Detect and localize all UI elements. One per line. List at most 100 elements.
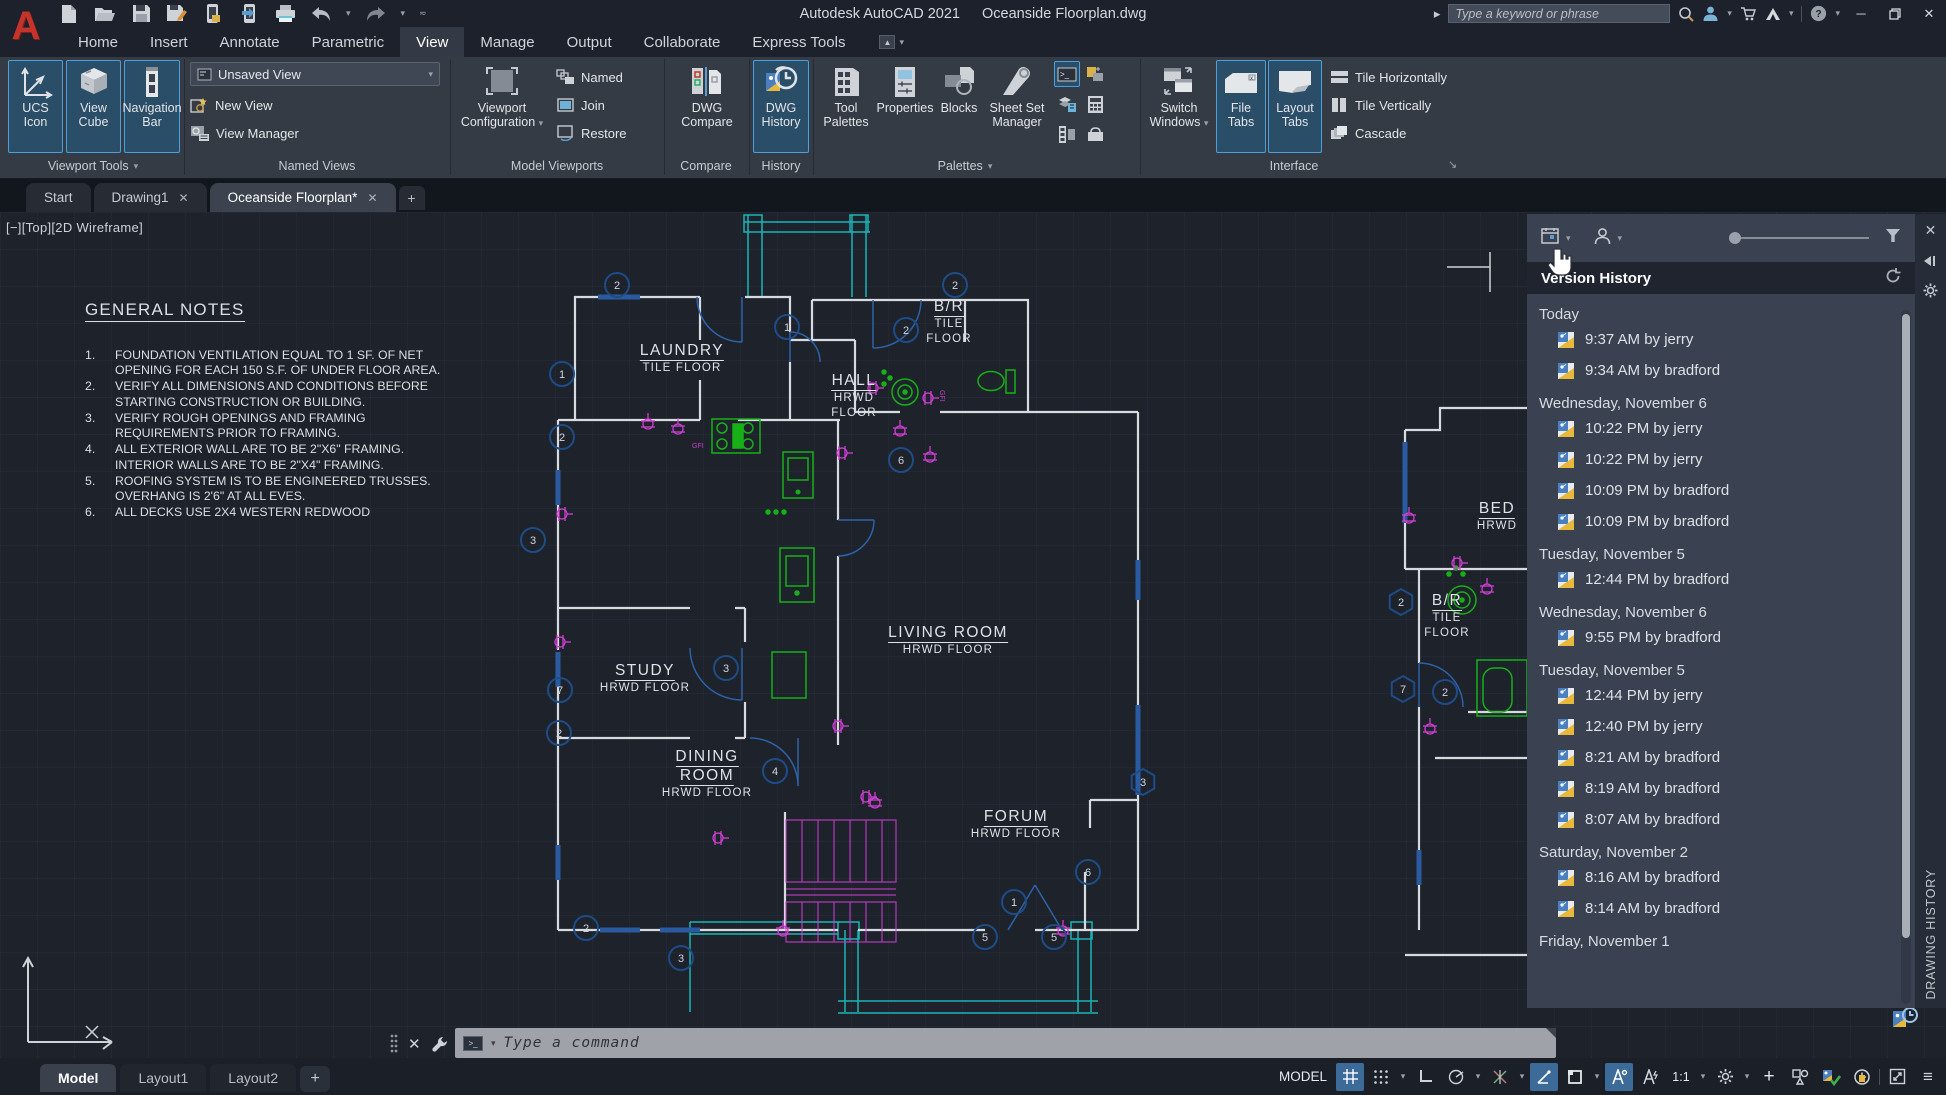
- quickcalc-palette-icon[interactable]: [1082, 91, 1108, 117]
- command-prompt-icon[interactable]: >_: [463, 1035, 483, 1051]
- snap-dropdown-icon[interactable]: ▾: [1398, 1071, 1408, 1082]
- object-snap-toggle[interactable]: [1561, 1063, 1589, 1091]
- command-line-handle[interactable]: ✕: [390, 1030, 449, 1058]
- new-drawing-tab-button[interactable]: +: [398, 186, 425, 210]
- tile-vertically-button[interactable]: Tile Vertically: [1330, 93, 1431, 117]
- named-viewports-button[interactable]: Named: [556, 65, 623, 89]
- help-icon[interactable]: ?: [1810, 5, 1827, 22]
- viewport-configuration-button[interactable]: Viewport Configuration ▾: [456, 60, 548, 153]
- redo-icon[interactable]: [365, 3, 387, 25]
- autoscale-toggle[interactable]: [1636, 1063, 1664, 1091]
- open-folder-icon[interactable]: [94, 3, 116, 25]
- menu-tab-parametric[interactable]: Parametric: [296, 27, 401, 57]
- qat-customize-icon[interactable]: ≂: [419, 9, 427, 18]
- sign-in-user-icon[interactable]: [1702, 5, 1719, 22]
- viewport-tools-panel-footer[interactable]: Viewport Tools ▾: [4, 156, 182, 176]
- command-input[interactable]: Type a command: [504, 1035, 640, 1051]
- basket-palette-icon[interactable]: [1082, 121, 1108, 147]
- menu-tab-annotate[interactable]: Annotate: [204, 27, 296, 57]
- switch-windows-button[interactable]: Switch Windows ▾: [1146, 60, 1212, 153]
- close-button[interactable]: ✕: [1916, 2, 1942, 25]
- menu-tab-home[interactable]: Home: [62, 27, 134, 57]
- menu-tab-output[interactable]: Output: [551, 27, 628, 57]
- properties-button[interactable]: Properties: [876, 60, 934, 153]
- layout-tab-model[interactable]: Model: [40, 1064, 117, 1092]
- file-tab-oceanside-floorplan[interactable]: Oceanside Floorplan* ✕: [209, 183, 396, 212]
- menu-tab-express-tools[interactable]: Express Tools: [736, 27, 861, 57]
- palette-settings-icon[interactable]: [1923, 283, 1938, 298]
- customization-menu-icon[interactable]: ≡: [1914, 1063, 1942, 1091]
- menu-tab-collaborate[interactable]: Collaborate: [628, 27, 737, 57]
- plot-icon[interactable]: [274, 3, 296, 25]
- annotation-scale-button[interactable]: 1:1: [1667, 1063, 1695, 1091]
- navigation-bar-toggle[interactable]: Navigation Bar: [122, 60, 182, 153]
- version-entry[interactable]: 8:19 AM by bradford: [1557, 778, 1889, 799]
- date-filter-dropdown-icon[interactable]: ▾: [1566, 233, 1571, 243]
- ucs-icon-toggle[interactable]: UCS Icon: [8, 60, 63, 153]
- layer-states-palette-icon[interactable]: [1054, 91, 1080, 117]
- isodraft-dropdown-icon[interactable]: ▾: [1517, 1071, 1527, 1082]
- annotation-visibility-toggle[interactable]: [1605, 1062, 1633, 1091]
- command-line-palette-icon[interactable]: >_: [1054, 61, 1080, 87]
- undo-dropdown-icon[interactable]: ▾: [346, 9, 351, 18]
- join-viewports-button[interactable]: Join: [556, 93, 605, 117]
- layout-tab-layout2[interactable]: Layout2: [210, 1064, 297, 1092]
- isolate-objects-icon[interactable]: [1786, 1063, 1814, 1091]
- close-palette-icon[interactable]: ✕: [1925, 222, 1937, 239]
- menu-tab-manage[interactable]: Manage: [464, 27, 550, 57]
- command-bar-grip[interactable]: [1546, 1028, 1556, 1038]
- user-filter-dropdown-icon[interactable]: ▾: [1618, 233, 1623, 243]
- date-filter-icon[interactable]: [1541, 227, 1560, 249]
- version-entry[interactable]: 9:34 AM by bradford: [1557, 360, 1889, 381]
- redo-dropdown-icon[interactable]: ▾: [401, 9, 406, 18]
- snap-mode-toggle[interactable]: [1367, 1063, 1395, 1091]
- version-entry[interactable]: 9:55 PM by bradford: [1557, 627, 1889, 648]
- file-tabs-toggle[interactable]: x File Tabs: [1216, 60, 1266, 153]
- layout-tabs-toggle[interactable]: Layout Tabs: [1268, 60, 1322, 153]
- save-as-icon[interactable]: [166, 3, 188, 25]
- version-entry[interactable]: 12:44 PM by bradford: [1557, 569, 1889, 590]
- cascade-button[interactable]: Cascade: [1330, 121, 1406, 145]
- cart-icon[interactable]: [1740, 6, 1757, 22]
- menu-tab-view[interactable]: View: [400, 27, 465, 57]
- drag-handle-icon[interactable]: [390, 1034, 398, 1054]
- crosshair-size-icon[interactable]: +: [1755, 1063, 1783, 1091]
- version-entry[interactable]: 8:21 AM by bradford: [1557, 747, 1889, 768]
- workspace-switching-icon[interactable]: [1711, 1063, 1739, 1091]
- new-file-icon[interactable]: [58, 3, 80, 25]
- drawing-history-badge-icon[interactable]: [1890, 1004, 1918, 1037]
- autocad-logo[interactable]: A: [6, 2, 46, 52]
- ribbon-collapse-dropdown-icon[interactable]: ▾: [899, 37, 904, 47]
- annotation-scale-dropdown-icon[interactable]: ▾: [1698, 1071, 1708, 1082]
- markup-palette-icon[interactable]: [1082, 61, 1108, 87]
- grid-display-toggle[interactable]: [1336, 1062, 1364, 1091]
- customize-wrench-icon[interactable]: [431, 1035, 449, 1053]
- history-scrollbar-thumb[interactable]: [1902, 314, 1910, 938]
- version-entry[interactable]: 8:16 AM by bradford: [1557, 867, 1889, 888]
- search-icon[interactable]: [1678, 6, 1695, 22]
- save-history-status-icon[interactable]: [1848, 1063, 1876, 1091]
- version-entry[interactable]: 9:37 AM by jerry: [1557, 329, 1889, 350]
- workspace-dropdown-icon[interactable]: ▾: [1742, 1071, 1752, 1082]
- version-entry[interactable]: 8:14 AM by bradford: [1557, 898, 1889, 919]
- file-tab-start[interactable]: Start: [26, 183, 91, 212]
- history-range-slider[interactable]: [1729, 231, 1869, 245]
- search-input[interactable]: [1448, 4, 1671, 23]
- new-view-button[interactable]: New View: [190, 93, 273, 117]
- close-tab-icon[interactable]: ✕: [179, 191, 189, 205]
- object-snap-tracking-toggle[interactable]: [1530, 1062, 1558, 1091]
- version-entry[interactable]: 10:09 PM by bradford: [1557, 480, 1889, 501]
- version-entry[interactable]: 10:22 PM by jerry: [1557, 418, 1889, 439]
- menu-tab-insert[interactable]: Insert: [134, 27, 204, 57]
- help-dropdown-icon[interactable]: ▾: [1835, 9, 1840, 18]
- tile-horizontally-button[interactable]: Tile Horizontally: [1330, 65, 1447, 89]
- search-expand-icon[interactable]: ▸: [1434, 6, 1441, 22]
- isodraft-toggle[interactable]: [1486, 1063, 1514, 1091]
- view-cube-toggle[interactable]: View Cube: [66, 60, 121, 153]
- dwg-compare-button[interactable]: DWG Compare: [670, 60, 744, 153]
- ribbon-collapse-control[interactable]: ▲ ▾: [879, 27, 904, 57]
- version-entry[interactable]: 12:40 PM by jerry: [1557, 716, 1889, 737]
- interface-dialog-launcher-icon[interactable]: ↘: [1448, 158, 1457, 171]
- clean-screen-icon[interactable]: [1883, 1063, 1911, 1091]
- restore-button[interactable]: [1882, 2, 1908, 25]
